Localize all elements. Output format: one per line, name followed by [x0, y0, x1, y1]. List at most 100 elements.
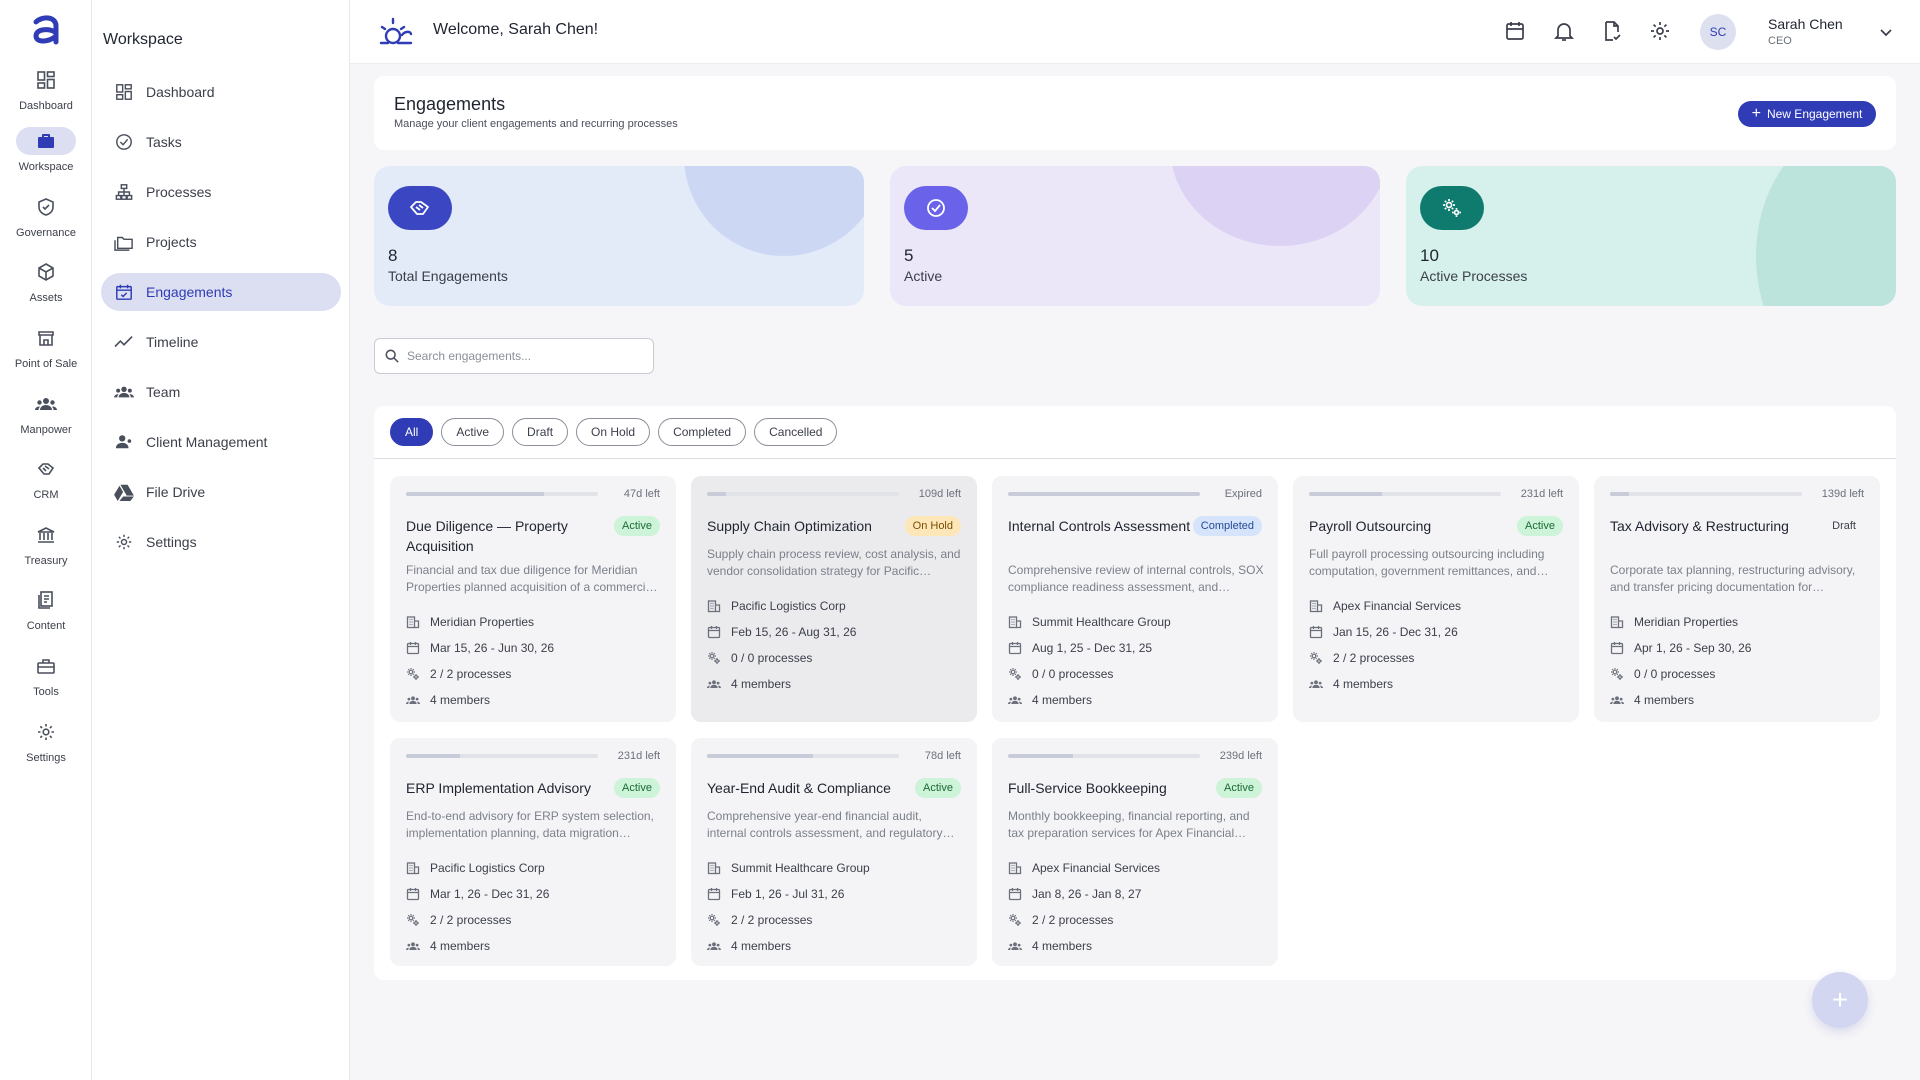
- filter-chip-completed[interactable]: Completed: [658, 418, 747, 446]
- date-row: Jan 15, 26 - Dec 31, 26: [1309, 622, 1458, 642]
- filter-chip-cancelled[interactable]: Cancelled: [754, 418, 838, 446]
- filter-chip-all[interactable]: All: [390, 418, 434, 446]
- status-badge: Active: [614, 516, 660, 536]
- people-icon: [1309, 680, 1323, 688]
- rail-item-manpower[interactable]: Manpower: [0, 390, 92, 450]
- building-icon: [707, 600, 721, 613]
- processes-row: 2 / 2 processes: [406, 910, 511, 930]
- engagement-title: Internal Controls Assessment: [1008, 518, 1191, 534]
- divider: [374, 458, 1896, 459]
- rail-item-point-of-sale[interactable]: Point of Sale: [0, 324, 92, 384]
- rail-item-content[interactable]: Content: [0, 586, 92, 646]
- sidebar-item-team[interactable]: Team: [101, 373, 341, 411]
- engagement-card[interactable]: 47d left Due Diligence — Property Acquisi…: [390, 476, 676, 722]
- date-row: Mar 1, 26 - Dec 31, 26: [406, 884, 549, 904]
- engagement-card[interactable]: 239d left Full-Service Bookkeeping Active M…: [992, 738, 1278, 966]
- calendar-icon: [406, 642, 420, 655]
- rail-label: Workspace: [18, 161, 74, 173]
- building-icon: [1610, 616, 1624, 629]
- cube-icon: [16, 258, 76, 286]
- progress-bar: [1008, 492, 1200, 496]
- calendar-icon: [1309, 626, 1323, 639]
- sidebar-item-file-drive[interactable]: File Drive: [101, 473, 341, 511]
- engagement-description: Financial and tax due diligence for Meri…: [406, 563, 658, 594]
- sidebar-item-processes[interactable]: Processes: [101, 173, 341, 211]
- engagement-card[interactable]: 231d left Payroll Outsourcing Active Full p…: [1293, 476, 1579, 722]
- avatar[interactable]: SC: [1700, 14, 1736, 50]
- filter-chip-draft[interactable]: Draft: [512, 418, 569, 446]
- process-count: 0 / 0 processes: [1634, 667, 1716, 681]
- rail-label: Point of Sale: [14, 358, 78, 370]
- search-box[interactable]: [374, 338, 654, 374]
- chevron-down-icon[interactable]: [1878, 24, 1894, 40]
- building-icon: [1008, 862, 1022, 875]
- search-input[interactable]: [407, 349, 627, 363]
- sidebar-item-engagements[interactable]: Engagements: [101, 273, 341, 311]
- store-icon: [16, 324, 76, 352]
- sidebar-item-dashboard[interactable]: Dashboard: [101, 73, 341, 111]
- people-icon: [1610, 696, 1624, 704]
- sidebar-item-client-management[interactable]: Client Management: [101, 423, 341, 461]
- calendar-icon: [1610, 642, 1624, 655]
- sidebar-item-settings[interactable]: Settings: [101, 523, 341, 561]
- company-logo[interactable]: [378, 15, 414, 51]
- people-icon: [707, 680, 721, 688]
- filter-chip-on-hold[interactable]: On Hold: [576, 418, 651, 446]
- engagement-card[interactable]: 109d left Supply Chain Optimization On Hol…: [691, 476, 977, 722]
- sidebar-item-timeline[interactable]: Timeline: [101, 323, 341, 361]
- decorative-blob: [1170, 166, 1380, 246]
- rail-item-assets[interactable]: Assets: [0, 258, 92, 318]
- sidebar-item-label: Client Management: [146, 434, 268, 450]
- days-left: 109d left: [918, 488, 961, 500]
- engagement-card[interactable]: Expired Internal Controls Assessment Compl…: [992, 476, 1278, 722]
- rail-item-treasury[interactable]: Treasury: [0, 521, 92, 581]
- members-row: 4 members: [1008, 936, 1092, 956]
- calendar-icon: [707, 626, 721, 639]
- process-count: 0 / 0 processes: [731, 651, 813, 665]
- new-engagement-button[interactable]: + New Engagement: [1738, 101, 1876, 127]
- calendar-icon: [1008, 888, 1022, 901]
- client-name: Summit Healthcare Group: [1032, 615, 1171, 629]
- rail-item-dashboard[interactable]: Dashboard: [0, 66, 92, 126]
- sidebar-item-label: Projects: [146, 234, 197, 250]
- client-name: Apex Financial Services: [1032, 861, 1161, 875]
- progress-bar: [1008, 754, 1200, 758]
- handshake-icon: [388, 186, 452, 230]
- filter-chip-active[interactable]: Active: [441, 418, 505, 446]
- rail-item-settings[interactable]: Settings: [0, 718, 92, 778]
- stat-label: Active: [904, 268, 943, 284]
- calendar-icon[interactable]: [1504, 20, 1526, 42]
- rail-item-workspace[interactable]: Workspace: [0, 127, 92, 187]
- app-rail: Dashboard Workspace Governance Assets Po…: [0, 0, 92, 1080]
- floating-add-button[interactable]: +: [1812, 972, 1868, 1028]
- decorative-blob: [1756, 166, 1896, 306]
- members-row: 4 members: [406, 936, 490, 956]
- gear-icon[interactable]: [1649, 20, 1671, 42]
- rail-item-tools[interactable]: Tools: [0, 652, 92, 712]
- app-logo[interactable]: [28, 12, 64, 48]
- sidebar-item-tasks[interactable]: Tasks: [101, 123, 341, 161]
- sidebar-item-projects[interactable]: Projects: [101, 223, 341, 261]
- progress-bar: [1610, 492, 1802, 496]
- process-count: 2 / 2 processes: [430, 667, 512, 681]
- building-icon: [1008, 616, 1022, 629]
- client-row: Apex Financial Services: [1309, 596, 1461, 616]
- bell-icon[interactable]: [1553, 20, 1575, 42]
- document-check-icon[interactable]: [1601, 20, 1623, 42]
- gears-icon: [1420, 186, 1484, 230]
- gears-icon: [407, 668, 419, 680]
- engagement-card[interactable]: 231d left ERP Implementation Advisory Acti…: [390, 738, 676, 966]
- gears-icon: [708, 652, 720, 664]
- progress-bar: [406, 754, 598, 758]
- engagement-card[interactable]: 139d left Tax Advisory & Restructuring Dra…: [1594, 476, 1880, 722]
- date-range: Mar 15, 26 - Jun 30, 26: [430, 641, 555, 655]
- progress-bar: [406, 492, 598, 496]
- progress-bar-fill: [1008, 754, 1074, 758]
- member-count: 4 members: [1634, 693, 1695, 707]
- engagement-card[interactable]: 78d left Year-End Audit & Compliance Activ…: [691, 738, 977, 966]
- client-row: Summit Healthcare Group: [707, 858, 870, 878]
- rail-item-governance[interactable]: Governance: [0, 193, 92, 253]
- rail-item-crm[interactable]: CRM: [0, 455, 92, 515]
- gear-icon: [114, 532, 134, 552]
- progress-bar-fill: [707, 492, 727, 496]
